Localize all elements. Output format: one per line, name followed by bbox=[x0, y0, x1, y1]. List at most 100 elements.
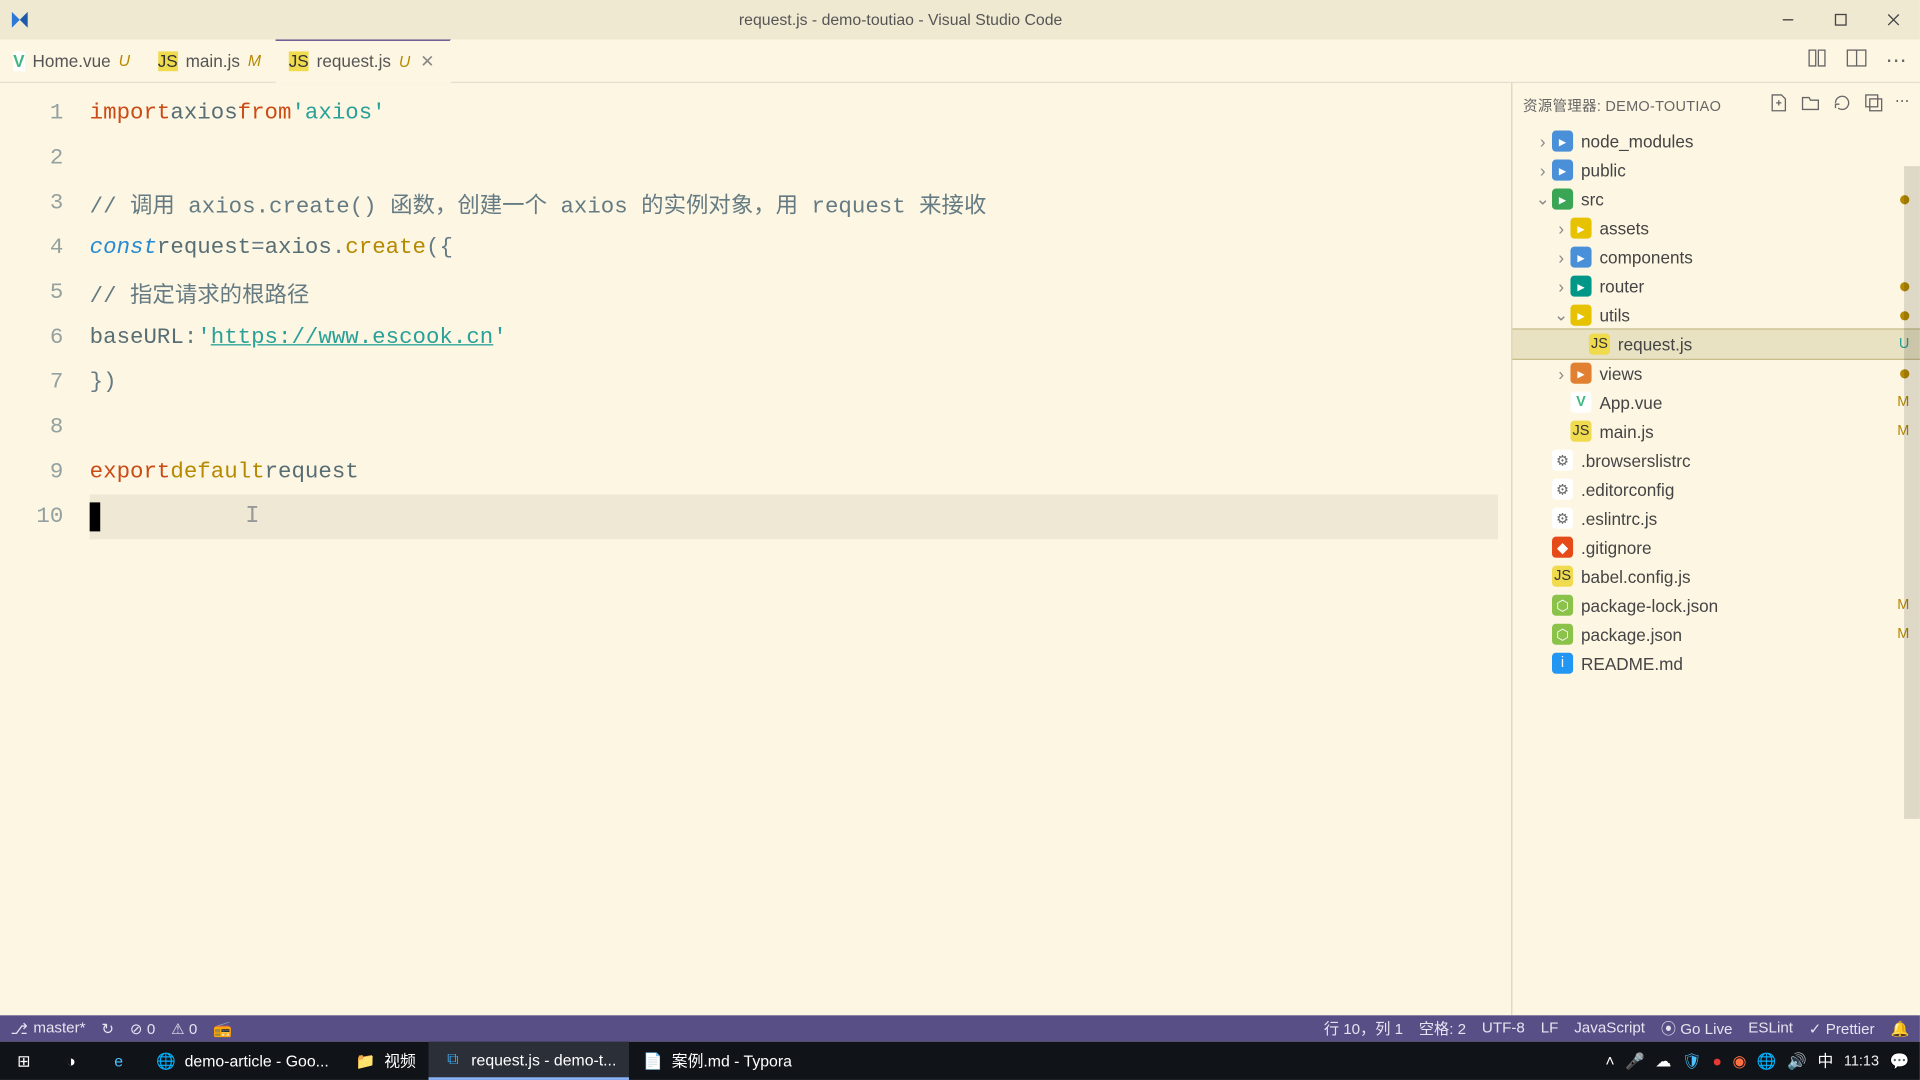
refresh-icon[interactable] bbox=[1832, 92, 1853, 117]
maximize-button[interactable] bbox=[1814, 0, 1867, 40]
tree-item-main-js[interactable]: JSmain.jsM bbox=[1512, 417, 1919, 446]
code-editor[interactable]: 12345678910 import axios from 'axios'// … bbox=[0, 83, 1511, 1015]
line-number: 7 bbox=[0, 360, 90, 405]
tree-item-readme-md[interactable]: iREADME.md bbox=[1512, 649, 1919, 678]
prettier-status[interactable]: ✓ Prettier bbox=[1809, 1019, 1875, 1037]
tree-item-router[interactable]: ▸router bbox=[1512, 272, 1919, 301]
ime-indicator[interactable]: 中 bbox=[1817, 1050, 1833, 1072]
code-line[interactable]: // 指定请求的根路径 bbox=[90, 270, 1511, 315]
code-line[interactable] bbox=[90, 136, 1511, 181]
tree-item-node-modules[interactable]: ▸node_modules bbox=[1512, 127, 1919, 156]
close-button[interactable] bbox=[1867, 0, 1920, 40]
sync-icon[interactable]: ↻ bbox=[101, 1019, 114, 1037]
tree-item-views[interactable]: ▸views bbox=[1512, 359, 1919, 388]
tree-item--eslintrc-js[interactable]: ⚙.eslintrc.js bbox=[1512, 504, 1919, 533]
code-line[interactable]: }) bbox=[90, 360, 1511, 405]
notifications-icon[interactable]: 🔔 bbox=[1890, 1019, 1909, 1037]
taskbar-vscode[interactable]: ⧉request.js - demo-t... bbox=[429, 1042, 629, 1080]
minimize-button[interactable] bbox=[1762, 0, 1815, 40]
explorer-sidebar: 资源管理器: DEMO-TOUTIAO ⋯ ▸node_modules▸publ… bbox=[1511, 83, 1920, 1015]
tree-item-babel-config-js[interactable]: JSbabel.config.js bbox=[1512, 562, 1919, 591]
tree-item--editorconfig[interactable]: ⚙.editorconfig bbox=[1512, 475, 1919, 504]
tree-item-package-json[interactable]: ⬡package.jsonM bbox=[1512, 620, 1919, 649]
code-line[interactable] bbox=[90, 405, 1511, 450]
tab-label: main.js bbox=[186, 51, 240, 71]
windows-taskbar: ⊞ ◑ e 🌐demo-article - Goo... 📁视频 ⧉reques… bbox=[0, 1042, 1920, 1080]
tree-item-src[interactable]: ▸src bbox=[1512, 185, 1919, 214]
collapse-all-icon[interactable] bbox=[1863, 92, 1884, 117]
tray-onedrive-icon[interactable]: ☁ bbox=[1655, 1052, 1671, 1070]
line-number: 10 bbox=[0, 494, 90, 539]
git-branch[interactable]: ⎇ master* bbox=[11, 1019, 86, 1037]
code-line[interactable]: import axios from 'axios' bbox=[90, 91, 1511, 136]
js-icon: JS bbox=[1570, 421, 1591, 442]
tree-item-label: node_modules bbox=[1581, 131, 1693, 151]
language-mode[interactable]: JavaScript bbox=[1574, 1021, 1645, 1037]
tray-network-icon[interactable]: 🌐 bbox=[1757, 1052, 1777, 1070]
vue-icon: V bbox=[1570, 392, 1591, 413]
tab-main-js[interactable]: JS main.js M bbox=[145, 39, 276, 83]
tree-item-package-lock-json[interactable]: ⬡package-lock.jsonM bbox=[1512, 591, 1919, 620]
more-icon[interactable]: ⋯ bbox=[1895, 92, 1910, 117]
go-live[interactable]: ⦿ Go Live bbox=[1661, 1018, 1733, 1039]
tab-label: Home.vue bbox=[33, 51, 111, 71]
tree-item--browserslistrc[interactable]: ⚙.browserslistrc bbox=[1512, 446, 1919, 475]
tab-close-icon[interactable]: ✕ bbox=[418, 51, 436, 72]
folder-y-icon: ▸ bbox=[1570, 305, 1591, 326]
js-icon: JS bbox=[1552, 566, 1573, 587]
tab-home-vue[interactable]: V Home.vue U bbox=[0, 39, 145, 83]
tray-defender-icon[interactable]: 🛡 bbox=[1682, 1052, 1702, 1070]
tray-record-icon[interactable]: ● bbox=[1712, 1052, 1722, 1070]
tree-item-request-js[interactable]: JSrequest.jsU bbox=[1512, 330, 1919, 359]
tree-item--gitignore[interactable]: ◆.gitignore bbox=[1512, 533, 1919, 562]
more-actions-icon[interactable]: ⋯ bbox=[1886, 47, 1907, 75]
scrollbar-thumb[interactable] bbox=[1904, 166, 1920, 819]
cortana-icon[interactable]: ◑ bbox=[47, 1042, 94, 1080]
tab-request-js[interactable]: JS request.js U ✕ bbox=[276, 39, 452, 83]
new-file-icon[interactable] bbox=[1768, 92, 1789, 117]
eol[interactable]: LF bbox=[1541, 1021, 1559, 1037]
tray-mic-icon[interactable]: 🎤 bbox=[1625, 1052, 1645, 1070]
eslint-status[interactable]: ESLint bbox=[1748, 1021, 1793, 1037]
tree-item-label: README.md bbox=[1581, 653, 1683, 673]
line-number: 9 bbox=[0, 450, 90, 495]
indentation[interactable]: 空格: 2 bbox=[1419, 1018, 1466, 1039]
taskbar-typora[interactable]: 📄案例.md - Typora bbox=[630, 1042, 806, 1080]
problems-errors[interactable]: ⊘ 0 bbox=[130, 1019, 155, 1037]
git-icon: ◆ bbox=[1552, 537, 1573, 558]
code-line[interactable]: const request = axios.create({ bbox=[90, 225, 1511, 270]
folder-icon: ▸ bbox=[1552, 160, 1573, 181]
taskbar-chrome[interactable]: 🌐demo-article - Goo... bbox=[142, 1042, 342, 1080]
explorer-title: 资源管理器: DEMO-TOUTIAO bbox=[1523, 94, 1721, 115]
code-line[interactable]: I bbox=[90, 494, 1498, 539]
start-button[interactable]: ⊞ bbox=[0, 1042, 47, 1080]
line-number: 4 bbox=[0, 225, 90, 270]
compare-changes-icon[interactable] bbox=[1806, 47, 1827, 75]
problems-warnings[interactable]: ⚠ 0 bbox=[171, 1019, 197, 1037]
conf-icon: ⚙ bbox=[1552, 479, 1573, 500]
tree-item-utils[interactable]: ▸utils bbox=[1512, 301, 1919, 330]
code-line[interactable]: // 调用 axios.create() 函数，创建一个 axios 的实例对象… bbox=[90, 181, 1511, 226]
edge-icon[interactable]: e bbox=[95, 1042, 142, 1080]
new-folder-icon[interactable] bbox=[1800, 92, 1821, 117]
code-line[interactable]: export default request bbox=[90, 450, 1511, 495]
tree-item-label: public bbox=[1581, 160, 1626, 180]
tree-item-public[interactable]: ▸ public bbox=[1512, 156, 1919, 185]
radio-icon[interactable]: 📻 bbox=[213, 1019, 232, 1037]
tray-chevron-icon[interactable]: ˄ bbox=[1605, 1052, 1614, 1070]
tree-item-components[interactable]: ▸components bbox=[1512, 243, 1919, 272]
conf-icon: ⚙ bbox=[1552, 450, 1573, 471]
tree-item-label: views bbox=[1599, 363, 1642, 383]
tray-volume-icon[interactable]: 🔊 bbox=[1787, 1052, 1807, 1070]
clock[interactable]: 11:13 bbox=[1844, 1053, 1879, 1069]
encoding[interactable]: UTF-8 bbox=[1482, 1021, 1525, 1037]
code-line[interactable]: baseURL: 'https://www.escook.cn' bbox=[90, 315, 1511, 360]
split-editor-icon[interactable] bbox=[1846, 47, 1867, 75]
cursor-position[interactable]: 行 10，列 1 bbox=[1324, 1018, 1403, 1039]
taskbar-folder[interactable]: 📁视频 bbox=[342, 1042, 429, 1080]
notification-center-icon[interactable]: 💬 bbox=[1890, 1052, 1910, 1070]
tray-bandicam-icon[interactable]: ◉ bbox=[1733, 1052, 1747, 1070]
tree-item-assets[interactable]: ▸assets bbox=[1512, 214, 1919, 243]
status-bar: ⎇ master* ↻ ⊘ 0 ⚠ 0 📻 行 10，列 1 空格: 2 UTF… bbox=[0, 1015, 1920, 1041]
tree-item-app-vue[interactable]: VApp.vueM bbox=[1512, 388, 1919, 417]
